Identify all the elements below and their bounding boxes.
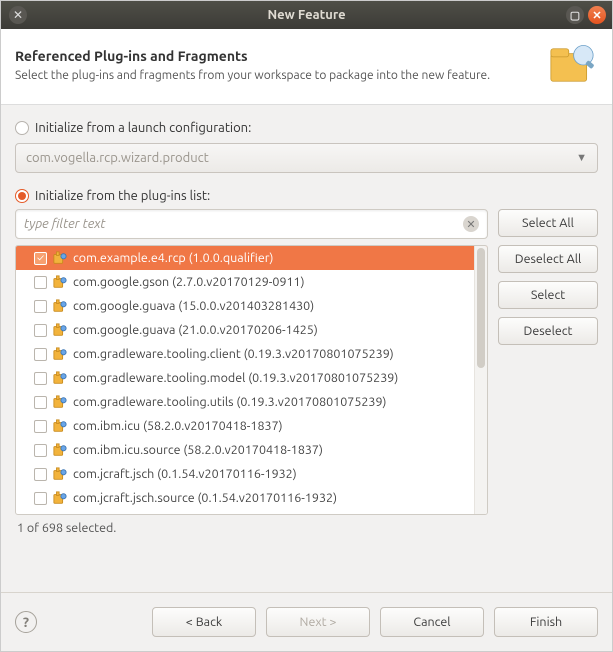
checkbox[interactable] [34, 444, 47, 457]
cancel-button[interactable]: Cancel [380, 607, 484, 637]
radio-launch-label: Initialize from a launch configuration: [35, 121, 251, 135]
filter-and-buttons: type filter text ✕ com.example.e4.rcp (1… [15, 209, 598, 515]
select-all-button[interactable]: Select All [498, 209, 598, 237]
list-item[interactable]: com.gradleware.tooling.client (0.19.3.v2… [16, 342, 487, 366]
plugin-icon [53, 299, 67, 313]
list-item[interactable]: com.google.guava (21.0.0.v20170206-1425) [16, 318, 487, 342]
select-button[interactable]: Select [498, 281, 598, 309]
filter-input[interactable]: type filter text ✕ [15, 209, 488, 239]
checkbox[interactable] [34, 396, 47, 409]
plugin-name: com.gradleware.tooling.utils (0.19.3.v20… [73, 395, 386, 409]
plugin-name: com.gradleware.tooling.client (0.19.3.v2… [73, 347, 394, 361]
plugin-icon [53, 251, 67, 265]
plugin-icon [53, 419, 67, 433]
checkbox[interactable] [34, 468, 47, 481]
plugin-name: com.example.e4.rcp (1.0.0.qualifier) [73, 251, 273, 265]
wizard-window: ✕ New Feature ▢ ✕ Referenced Plug-ins an… [0, 0, 613, 652]
page-title: Referenced Plug-ins and Fragments [15, 48, 534, 64]
plugin-list[interactable]: com.example.e4.rcp (1.0.0.qualifier) com.… [15, 245, 488, 515]
launch-config-value: com.vogella.rcp.wizard.product [26, 151, 209, 165]
titlebar-menu-icon[interactable]: ✕ [9, 6, 27, 24]
launch-config-combo[interactable]: com.vogella.rcp.wizard.product ▼ [15, 143, 598, 173]
window-title: New Feature [1, 8, 612, 22]
plugin-icon [53, 395, 67, 409]
checkbox[interactable] [34, 492, 47, 505]
feature-box-icon [546, 39, 598, 94]
deselect-button[interactable]: Deselect [498, 317, 598, 345]
checkbox[interactable] [34, 300, 47, 313]
checkbox[interactable] [34, 324, 47, 337]
plugin-icon [53, 491, 67, 505]
plugin-name: com.jcraft.jsch.source (0.1.54.v20170116… [73, 491, 337, 505]
plugin-name: com.ibm.icu.source (58.2.0.v20170418-183… [73, 443, 323, 457]
radio-icon [15, 121, 29, 135]
back-button[interactable]: < Back [152, 607, 256, 637]
selection-status: 1 of 698 selected. [15, 515, 598, 543]
radio-icon [15, 189, 29, 203]
deselect-all-button[interactable]: Deselect All [498, 245, 598, 273]
list-item[interactable]: com.jcraft.jsch.source (0.1.54.v20170116… [16, 486, 487, 510]
plugin-name: com.google.guava (15.0.0.v201403281430) [73, 299, 314, 313]
window-controls: ▢ ✕ [566, 6, 606, 24]
radio-launch-config[interactable]: Initialize from a launch configuration: [15, 121, 598, 135]
radio-list-label: Initialize from the plug-ins list: [35, 189, 210, 203]
radio-plugins-list[interactable]: Initialize from the plug-ins list: [15, 189, 598, 203]
wizard-header: Referenced Plug-ins and Fragments Select… [1, 29, 612, 105]
list-item[interactable]: com.gradleware.tooling.model (0.19.3.v20… [16, 366, 487, 390]
plugin-name: com.jcraft.jsch (0.1.54.v20170116-1932) [73, 467, 297, 481]
checkbox[interactable] [34, 348, 47, 361]
filter-placeholder: type filter text [24, 217, 457, 231]
checkbox[interactable] [34, 372, 47, 385]
wizard-footer: ? < Back Next > Cancel Finish [1, 592, 612, 651]
finish-button[interactable]: Finish [494, 607, 598, 637]
side-buttons: Select All Deselect All Select Deselect [498, 209, 598, 345]
plugin-name: com.google.guava (21.0.0.v20170206-1425) [73, 323, 318, 337]
plugin-name: com.google.gson (2.7.0.v20170129-0911) [73, 275, 305, 289]
plugin-icon [53, 275, 67, 289]
plugin-icon [53, 371, 67, 385]
checkbox[interactable] [34, 252, 47, 265]
chevron-down-icon: ▼ [576, 152, 587, 164]
list-item[interactable]: com.google.gson (2.7.0.v20170129-0911) [16, 270, 487, 294]
list-item[interactable]: com.google.guava (15.0.0.v201403281430) [16, 294, 487, 318]
plugin-icon [53, 323, 67, 337]
plugin-icon [53, 443, 67, 457]
list-item[interactable]: com.gradleware.tooling.utils (0.19.3.v20… [16, 390, 487, 414]
plugin-name: com.ibm.icu (58.2.0.v20170418-1837) [73, 419, 283, 433]
plugin-icon [53, 347, 67, 361]
list-column: type filter text ✕ com.example.e4.rcp (1… [15, 209, 488, 515]
list-item[interactable]: com.jcraft.jsch (0.1.54.v20170116-1932) [16, 462, 487, 486]
list-item[interactable]: com.ibm.icu (58.2.0.v20170418-1837) [16, 414, 487, 438]
titlebar[interactable]: ✕ New Feature ▢ ✕ [1, 1, 612, 29]
plugin-name: com.gradleware.tooling.model (0.19.3.v20… [73, 371, 398, 385]
checkbox[interactable] [34, 420, 47, 433]
list-item[interactable]: com.sun.el (2.2.0.v201303151357) [16, 510, 487, 514]
list-item[interactable]: com.example.e4.rcp (1.0.0.qualifier) [16, 246, 487, 270]
scrollbar[interactable] [474, 246, 487, 514]
checkbox[interactable] [34, 276, 47, 289]
plugin-icon [53, 467, 67, 481]
content-area: Initialize from a launch configuration: … [1, 105, 612, 592]
maximize-icon[interactable]: ▢ [566, 6, 584, 24]
next-button: Next > [266, 607, 370, 637]
clear-icon[interactable]: ✕ [463, 216, 479, 232]
page-description: Select the plug-ins and fragments from y… [15, 68, 534, 84]
scrollbar-thumb[interactable] [477, 248, 485, 368]
header-text: Referenced Plug-ins and Fragments Select… [15, 48, 534, 84]
list-item[interactable]: com.ibm.icu.source (58.2.0.v20170418-183… [16, 438, 487, 462]
close-icon[interactable]: ✕ [588, 6, 606, 24]
help-icon[interactable]: ? [15, 611, 37, 633]
